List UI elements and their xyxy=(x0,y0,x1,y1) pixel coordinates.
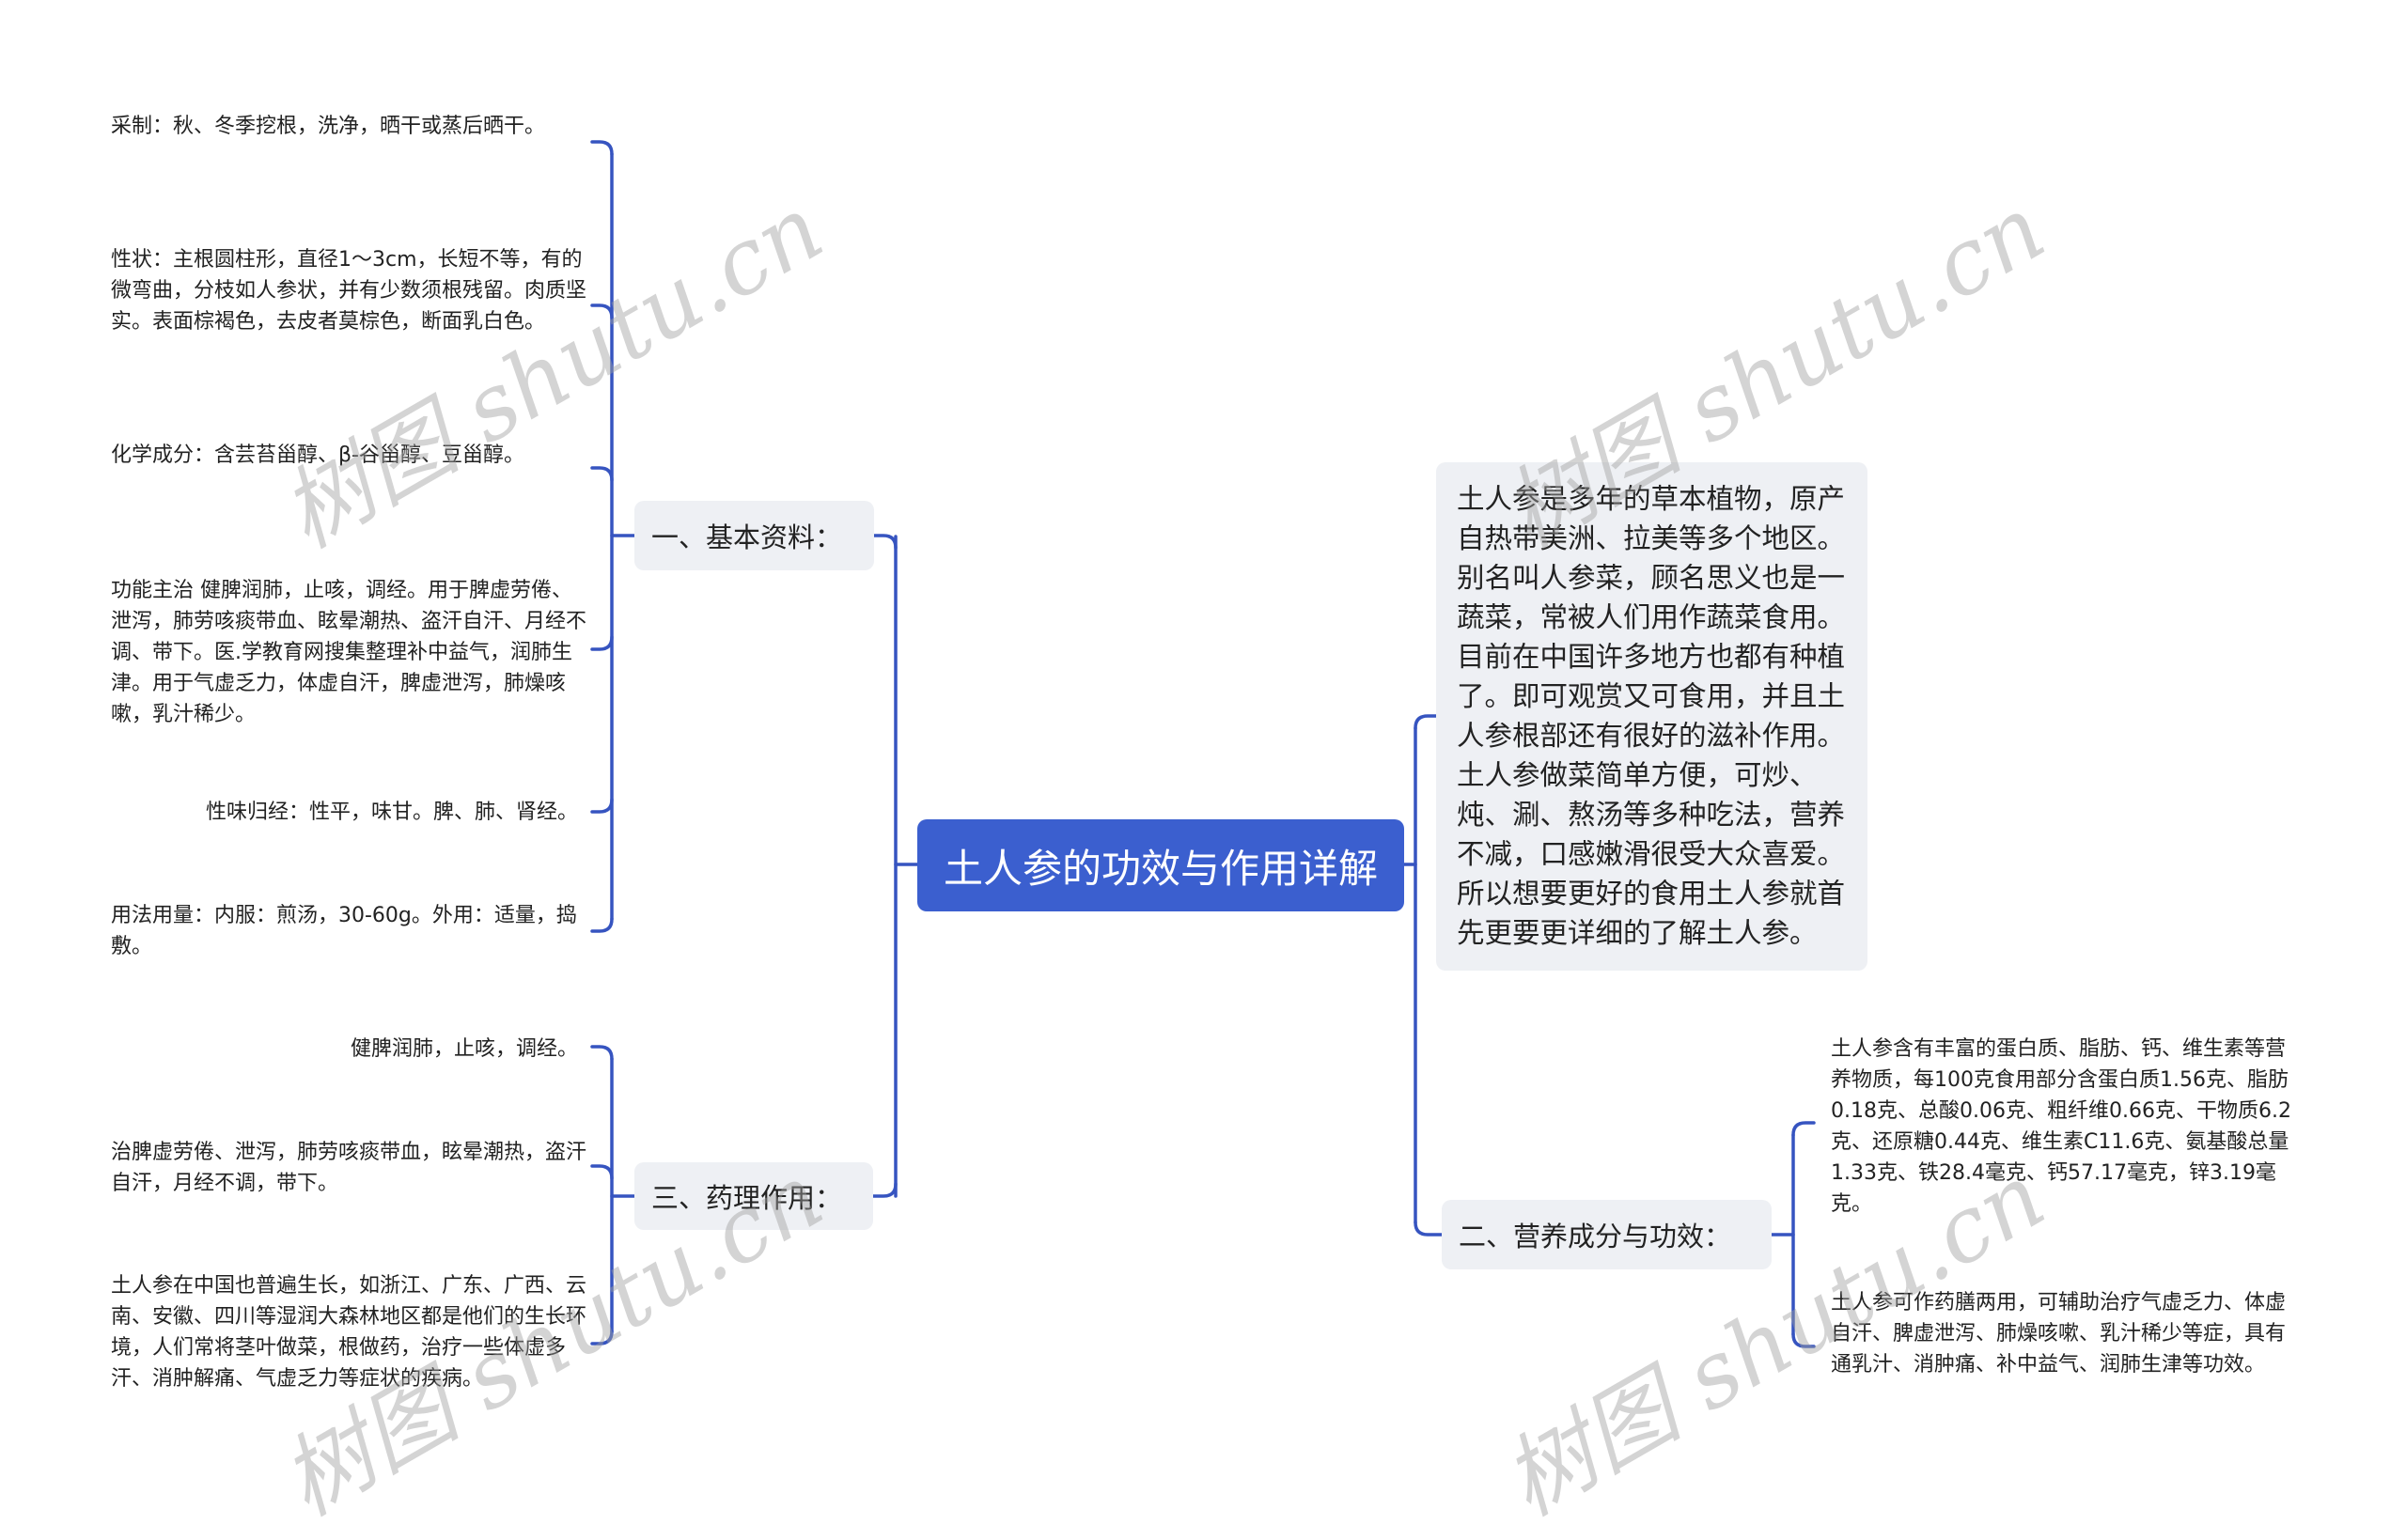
branch-label: 二、营养成分与功效： xyxy=(1459,1221,1732,1252)
intro-topic[interactable]: 土人参是多年的草本植物，原产自热带美洲、拉美等多个地区。别名叫人参菜，顾名思义也… xyxy=(1436,462,1867,971)
hook-leaf-2-2 xyxy=(1791,1332,1816,1348)
branch-nutrition[interactable]: 二、营养成分与功效： xyxy=(1442,1200,1772,1269)
branch-label: 一、基本资料： xyxy=(651,521,843,553)
hook-leaf-2-1 xyxy=(1791,1121,1816,1137)
hook-leaf-1-2 xyxy=(590,303,614,319)
connector-to-branch-3 xyxy=(871,1182,898,1198)
branch-label: 三、药理作用： xyxy=(651,1182,843,1214)
branch-pharmacology[interactable]: 三、药理作用： xyxy=(634,1162,873,1230)
hook-leaf-1-4 xyxy=(590,635,614,651)
leaf-pharma-2[interactable]: 治脾虚劳倦、泄泻，肺劳咳痰带血，眩晕潮热，盗汗自汗，月经不调，带下。 xyxy=(111,1137,590,1199)
mindmap-canvas: 土人参的功效与作用详解 一、基本资料： 三、药理作用： 土人参是多年的草本植物，… xyxy=(0,0,2406,1536)
leaf-pharma-3[interactable]: 土人参在中国也普遍生长，如浙江、广东、广西、云南、安徽、四川等湿润大森林地区都是… xyxy=(111,1270,590,1394)
branch-basic-info[interactable]: 一、基本资料： xyxy=(634,501,874,570)
connector-to-intro xyxy=(1414,714,1438,730)
intro-text: 土人参是多年的草本植物，原产自热带美洲、拉美等多个地区。别名叫人参菜，顾名思义也… xyxy=(1457,483,1846,949)
leaf-dosage[interactable]: 用法用量：内服：煎汤，30-60g。外用：适量，捣敷。 xyxy=(111,900,586,962)
hook-leaf-3-3 xyxy=(590,1330,614,1346)
connector-to-branch-2 xyxy=(1414,1221,1444,1237)
root-title: 土人参的功效与作用详解 xyxy=(943,845,1378,892)
leaf-chemistry[interactable]: 化学成分：含芸苔甾醇、β-谷甾醇、豆甾醇。 xyxy=(111,440,590,471)
hook-leaf-1-6 xyxy=(590,917,614,933)
hook-leaf-1-1 xyxy=(590,140,614,156)
hook-leaf-1-5 xyxy=(590,798,614,814)
leaf-appearance[interactable]: 性状：主根圆柱形，直径1～3cm，长短不等，有的微弯曲，分枝如人参状，并有少数须… xyxy=(111,244,590,337)
hook-leaf-3-2 xyxy=(590,1164,614,1180)
leaf-nature-meridian[interactable]: 性味归经：性平，味甘。脾、肺、肾经。 xyxy=(111,797,578,828)
leaf-pharma-1[interactable]: 健脾润肺，止咳，调经。 xyxy=(111,1034,578,1065)
leaf-nutrition-1[interactable]: 土人参含有丰富的蛋白质、脂肪、钙、维生素等营养物质，每100克食用部分含蛋白质1… xyxy=(1831,1034,2305,1220)
leaf-harvest[interactable]: 采制：秋、冬季挖根，洗净，晒干或蒸后晒干。 xyxy=(111,111,590,142)
root-topic[interactable]: 土人参的功效与作用详解 xyxy=(917,819,1404,911)
hook-leaf-1-3 xyxy=(590,466,614,482)
leaf-nutrition-2[interactable]: 土人参可作药膳两用，可辅助治疗气虚乏力、体虚自汗、脾虚泄泻、肺燥咳嗽、乳汁稀少等… xyxy=(1831,1287,2305,1380)
connector-to-branch-1 xyxy=(872,534,898,550)
hook-leaf-3-1 xyxy=(590,1045,614,1061)
leaf-indications[interactable]: 功能主治 健脾润肺，止咳，调经。用于脾虚劳倦、泄泻，肺劳咳痰带血、眩晕潮热、盗汗… xyxy=(111,575,590,730)
